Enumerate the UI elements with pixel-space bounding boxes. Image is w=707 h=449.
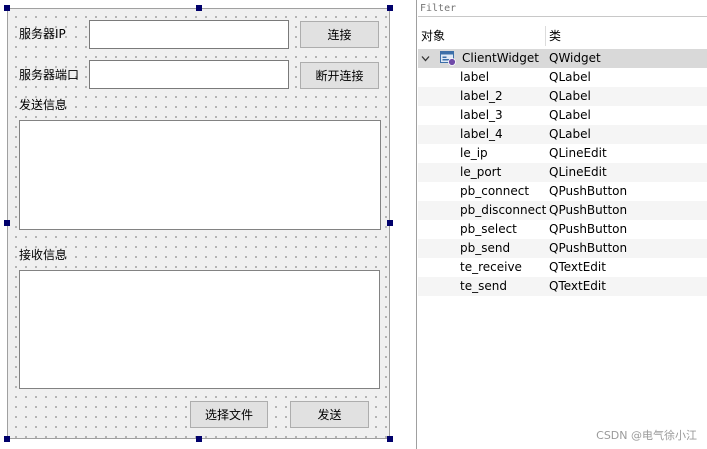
- tree-object-name: label: [460, 70, 490, 84]
- resize-handle-bottom[interactable]: [196, 436, 202, 442]
- tree-object-class: QPushButton: [549, 203, 628, 217]
- header-class[interactable]: 类: [546, 26, 561, 46]
- tree-object-class: QLineEdit: [549, 146, 607, 160]
- tree-object-class: QTextEdit: [549, 279, 606, 293]
- resize-handle-bottom-right[interactable]: [387, 436, 393, 442]
- select-file-button[interactable]: 选择文件: [190, 401, 268, 428]
- send-message-label: 发送信息: [19, 98, 68, 112]
- tree-object-class: QLabel: [549, 70, 591, 84]
- chevron-down-icon[interactable]: [421, 54, 430, 63]
- tree-object-class: QTextEdit: [549, 260, 606, 274]
- tree-row[interactable]: label_3 QLabel: [418, 106, 707, 125]
- tree-row-root[interactable]: ClientWidget QWidget: [418, 49, 707, 68]
- inspector-header: 对象 类: [418, 26, 707, 46]
- tree-row[interactable]: pb_disconnect QPushButton: [418, 201, 707, 220]
- tree-object-name: label_4: [460, 127, 503, 141]
- tree-row[interactable]: le_ip QLineEdit: [418, 144, 707, 163]
- tree-object-name: pb_send: [460, 241, 511, 255]
- tree-object-class: QPushButton: [549, 184, 628, 198]
- widget-icon: [440, 51, 456, 66]
- receive-message-label: 接收信息: [19, 248, 68, 262]
- header-divider[interactable]: [545, 26, 546, 46]
- send-text-edit[interactable]: [19, 120, 381, 230]
- tree-object-name: label_3: [460, 108, 503, 122]
- tree-object-class: QLineEdit: [549, 165, 607, 179]
- disconnect-button[interactable]: 断开连接: [300, 62, 379, 89]
- tree-object-name: ClientWidget: [462, 51, 539, 65]
- tree-object-class: QWidget: [549, 51, 601, 65]
- server-port-label: 服务器端口: [19, 68, 80, 82]
- tree-object-name: te_receive: [460, 260, 522, 274]
- tree-row[interactable]: te_send QTextEdit: [418, 277, 707, 296]
- tree-row[interactable]: pb_send QPushButton: [418, 239, 707, 258]
- resize-handle-left[interactable]: [4, 220, 10, 226]
- resize-handle-right[interactable]: [387, 220, 393, 226]
- tree-row[interactable]: pb_select QPushButton: [418, 220, 707, 239]
- tree-object-name: pb_disconnect: [460, 203, 547, 217]
- tree-object-name: pb_select: [460, 222, 517, 236]
- tree-object-name: pb_connect: [460, 184, 530, 198]
- tree-row[interactable]: le_port QLineEdit: [418, 163, 707, 182]
- object-filter-input[interactable]: [418, 0, 707, 17]
- resize-handle-bottom-left[interactable]: [4, 436, 10, 442]
- tree-object-class: QPushButton: [549, 222, 628, 236]
- tree-object-class: QLabel: [549, 108, 591, 122]
- tree-row[interactable]: label QLabel: [418, 68, 707, 87]
- server-port-input[interactable]: [89, 60, 289, 89]
- resize-handle-top-left[interactable]: [4, 5, 10, 11]
- tree-row[interactable]: label_4 QLabel: [418, 125, 707, 144]
- server-ip-input[interactable]: [89, 20, 289, 49]
- designer-form-canvas[interactable]: 服务器IP 连接 服务器端口 断开连接 发送信息 接收信息 选择文件 发送: [7, 8, 390, 439]
- tree-object-name: le_ip: [460, 146, 488, 160]
- watermark: CSDN @电气徐小江: [596, 429, 697, 442]
- header-object[interactable]: 对象: [418, 26, 445, 46]
- panel-splitter[interactable]: [416, 0, 417, 449]
- connect-button[interactable]: 连接: [300, 21, 379, 48]
- tree-object-name: label_2: [460, 89, 503, 103]
- resize-handle-top[interactable]: [196, 5, 202, 11]
- tree-row[interactable]: te_receive QTextEdit: [418, 258, 707, 277]
- tree-object-name: le_port: [460, 165, 502, 179]
- send-button[interactable]: 发送: [290, 401, 369, 428]
- tree-object-class: QLabel: [549, 127, 591, 141]
- server-ip-label: 服务器IP: [19, 27, 66, 41]
- receive-text-edit[interactable]: [19, 270, 380, 389]
- tree-object-name: te_send: [460, 279, 507, 293]
- tree-row[interactable]: label_2 QLabel: [418, 87, 707, 106]
- tree-row[interactable]: pb_connect QPushButton: [418, 182, 707, 201]
- tree-object-class: QLabel: [549, 89, 591, 103]
- resize-handle-top-right[interactable]: [387, 5, 393, 11]
- tree-object-class: QPushButton: [549, 241, 628, 255]
